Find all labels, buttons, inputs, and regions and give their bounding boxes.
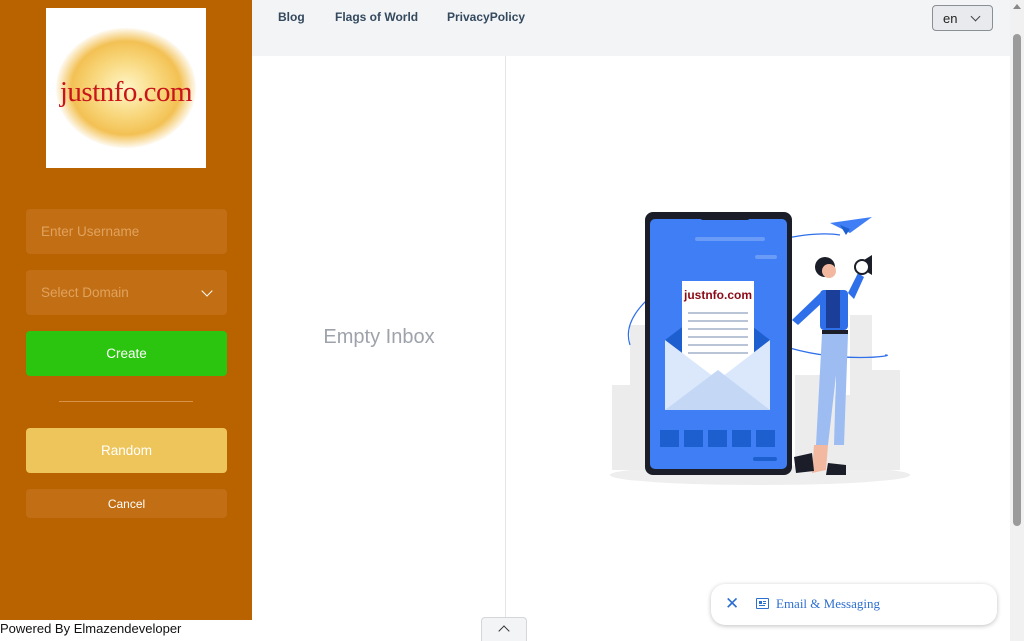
page-scrollbar[interactable] (1010, 0, 1024, 641)
empty-inbox-message: Empty Inbox (323, 326, 435, 348)
scrollbar-thumb[interactable] (1013, 34, 1021, 526)
random-button-label: Random (100, 443, 153, 458)
domain-select[interactable]: Select Domain (26, 270, 227, 315)
screen-bar (695, 237, 765, 241)
language-select[interactable]: en (932, 5, 993, 31)
screen-bar-3 (753, 457, 777, 461)
megaphone-icon (854, 259, 870, 275)
chevron-up-icon (498, 625, 510, 637)
screen-bar-2 (755, 255, 777, 259)
paper-plane-icon (830, 217, 872, 233)
cancel-button[interactable]: Cancel (26, 489, 227, 518)
username-input[interactable]: Enter Username (26, 209, 227, 254)
powered-by-text: Powered By Elmazendeveloper (0, 621, 186, 636)
chevron-down-icon (201, 284, 213, 297)
random-button[interactable]: Random (26, 428, 227, 473)
scroll-to-top-button[interactable] (481, 617, 527, 641)
nav-link-flags-of-world[interactable]: Flags of World (335, 10, 418, 24)
site-logo[interactable]: justnfo.com (46, 8, 206, 168)
language-value: en (943, 10, 958, 26)
chevron-down-icon (970, 11, 981, 22)
cancel-button-label: Cancel (107, 496, 146, 511)
close-icon[interactable]: ✕ (725, 594, 739, 614)
logo-text: justnfo.com (59, 76, 193, 108)
top-navbar: Blog Flags of World PrivacyPolicy en (252, 0, 1010, 56)
sidebar: justnfo.com Enter Username Select Domain… (0, 0, 252, 620)
message-icon (756, 598, 769, 609)
page: justnfo.com Enter Username Select Domain… (0, 0, 1024, 641)
inbox-list-pane: Empty Inbox (252, 56, 506, 620)
username-placeholder: Enter Username (41, 224, 140, 239)
phone-notch (700, 212, 750, 220)
nav-link-blog[interactable]: Blog (278, 10, 305, 24)
create-button[interactable]: Create (26, 331, 227, 376)
domain-select-label: Select Domain (41, 285, 129, 300)
empty-inbox-illustration: justnfo.com (610, 212, 910, 485)
letter-text: justnfo.com (683, 288, 752, 302)
chat-widget[interactable]: ✕ Email & Messaging (711, 584, 997, 625)
sidebar-divider (59, 401, 193, 402)
chat-widget-label[interactable]: Email & Messaging (776, 596, 880, 612)
nav-link-privacy-policy[interactable]: PrivacyPolicy (447, 10, 525, 24)
phone-keys (660, 430, 775, 447)
create-button-label: Create (106, 346, 147, 361)
scroll-up-icon[interactable] (1013, 4, 1021, 9)
